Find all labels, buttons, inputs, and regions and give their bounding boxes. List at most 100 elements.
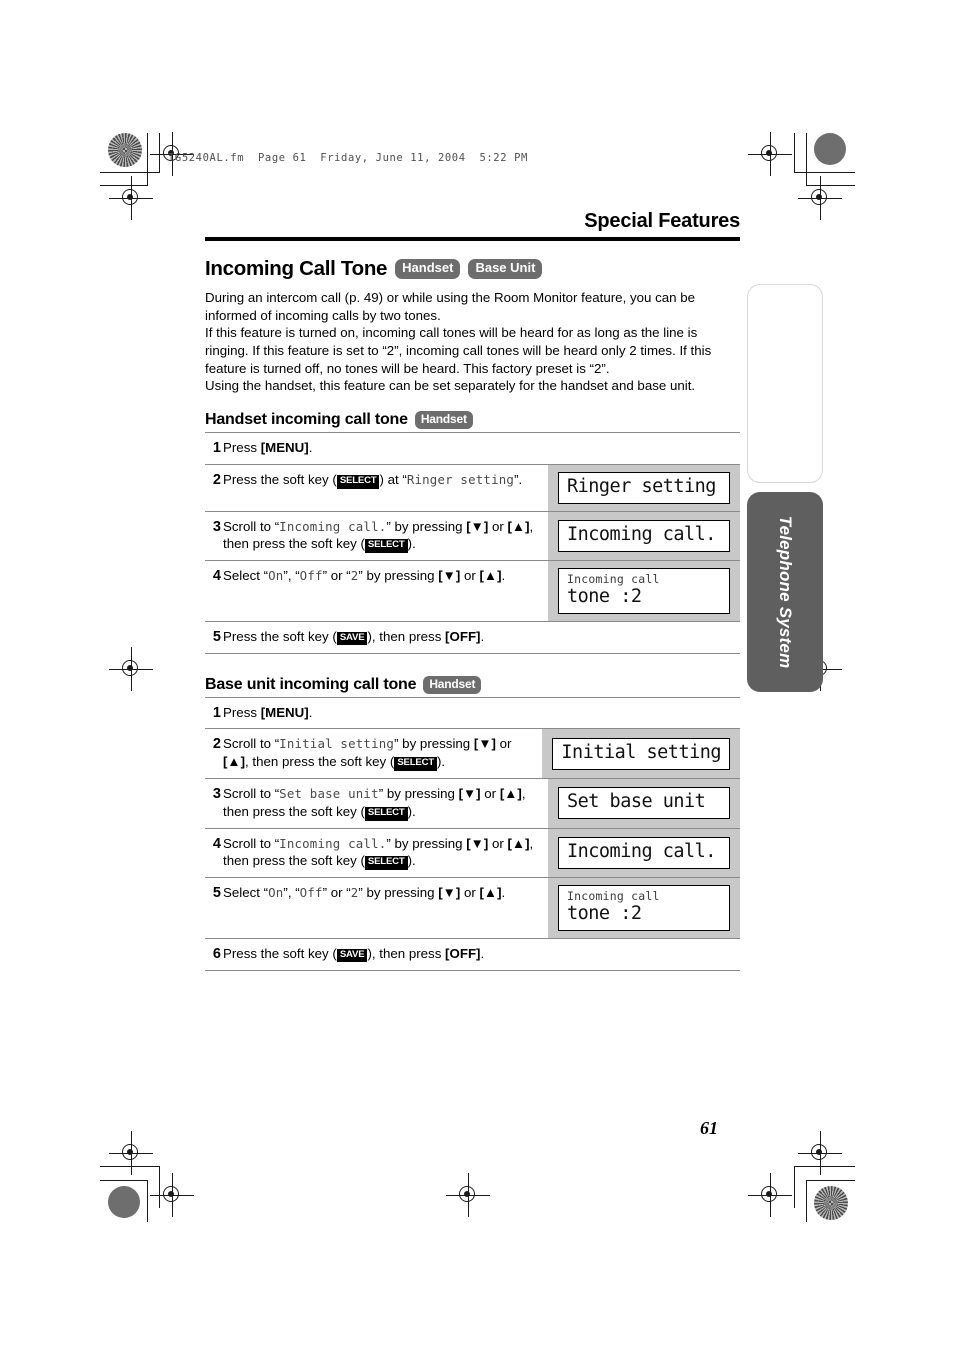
lcd-menu-name: Off (299, 568, 323, 584)
lcd-line-main: tone :2 (567, 903, 642, 924)
lcd-screen: Incoming call tone :2 (558, 885, 730, 931)
lcd-line-main: Incoming call. (567, 524, 716, 546)
procedure-table: 1 Press [MENU]. 2 Press the soft key (SELEC… (205, 432, 740, 654)
soft-key-label[interactable]: SELECT (364, 539, 408, 554)
soft-key-label[interactable]: SAVE (336, 948, 368, 963)
step-text-fragment: Scroll to “ (223, 736, 280, 752)
lcd-menu-name: Set base unit (279, 785, 379, 801)
lcd-screen: Set base unit (558, 787, 730, 820)
soft-key-label[interactable]: SELECT (336, 474, 380, 489)
step-text-fragment: Press (223, 704, 261, 720)
badge-base-unit: Base Unit (468, 259, 543, 279)
key-label: [▲] (223, 754, 246, 770)
key-label: [▼] (466, 835, 489, 851)
step-text-fragment: or (480, 785, 500, 801)
crop-rule-tr-h1 (795, 172, 855, 174)
step-text: 4 Select “On”, “Off” or “2” by pressing [… (205, 561, 548, 621)
section-badge-handset: Handset (414, 411, 473, 430)
procedure-step-row: 1 Press [MENU]. (205, 698, 740, 730)
crop-rule-br-h1 (795, 1166, 855, 1168)
procedure-step-row: 4 Scroll to “Incoming call.” by pressing … (205, 828, 740, 879)
lcd-cell (548, 939, 740, 970)
key-label: [▼] (438, 568, 461, 584)
lcd-cell (548, 698, 740, 729)
step-text: 3 Scroll to “Incoming call.” by pressing … (205, 512, 548, 561)
lcd-screen: Initial setting (552, 737, 730, 770)
step-number: 5 (212, 628, 221, 645)
step-text-fragment: ” by pressing (386, 518, 467, 534)
step-text-fragment: . (501, 885, 506, 901)
crop-rule-bl-v2 (146, 1180, 148, 1222)
lcd-cell: Incoming call tone :2 (548, 561, 740, 621)
step-text-fragment: or (495, 736, 512, 752)
step-text: 1 Press [MENU]. (205, 698, 548, 729)
step-text-fragment: ” or “ (322, 885, 351, 901)
soft-key-label[interactable]: SELECT (364, 856, 408, 871)
key-label: [▼] (466, 518, 489, 534)
step-text-fragment: ”, “ (283, 568, 300, 584)
lcd-menu-name: Off (299, 885, 323, 901)
registration-target-left-mid (109, 647, 153, 691)
lcd-screen: Incoming call. (558, 837, 730, 869)
registration-target-tl-b (109, 176, 153, 220)
key-label: [▲] (507, 835, 530, 851)
step-text-fragment: ” by pressing (386, 835, 467, 851)
registration-target-tr-b (798, 176, 842, 220)
soft-key-label[interactable]: SAVE (336, 631, 368, 646)
procedure-step-row: 5 Select “On”, “Off” or “2” by pressing [… (205, 878, 740, 939)
soft-key-label[interactable]: SELECT (364, 806, 408, 821)
step-text-fragment: or (460, 568, 480, 584)
lcd-line-main: tone :2 (567, 585, 642, 607)
step-text: 4 Scroll to “Incoming call.” by pressing … (205, 829, 548, 878)
step-text-fragment: ), then press (367, 628, 446, 644)
side-tab-telephone-system: Telephone System (747, 492, 823, 692)
step-text-fragment: . (308, 704, 313, 720)
step-text-fragment: or (488, 518, 508, 534)
section-heading: Base unit incoming call tone Handset (205, 675, 740, 694)
crop-rule-br-v1 (794, 1166, 796, 1208)
crop-rule-tr-v1 (794, 133, 796, 173)
step-text-fragment: Scroll to “ (223, 518, 280, 534)
registration-target-bottom-center (446, 1173, 490, 1217)
soft-key-label[interactable]: SELECT (394, 757, 437, 771)
procedure-step-row: 6 Press the soft key (SAVE), then press [… (205, 939, 740, 971)
step-text-fragment: ” by pressing (394, 736, 474, 752)
lcd-line-main: Initial setting (561, 741, 721, 763)
step-text-fragment: ). (407, 853, 416, 869)
page-content: Special Features Incoming Call Tone Hand… (205, 210, 740, 993)
step-text-fragment: Press the soft key ( (223, 945, 337, 961)
registration-target-br-b (748, 1173, 792, 1217)
step-text-fragment: ). (436, 754, 446, 770)
registration-target-tr-a (748, 132, 792, 176)
step-text-fragment: or (460, 885, 480, 901)
key-label: [▲] (507, 518, 530, 534)
side-tab-blank (747, 284, 823, 483)
lcd-screen: Incoming call tone :2 (558, 568, 730, 614)
step-text-fragment: ” by pressing (358, 885, 439, 901)
lcd-cell: Incoming call. (548, 828, 740, 878)
step-text-fragment: ” or “ (322, 568, 351, 584)
registration-target-bl-b (150, 1173, 194, 1217)
feature-heading: Incoming Call Tone Handset Base Unit (205, 257, 740, 281)
section-heading: Handset incoming call tone Handset (205, 411, 740, 430)
print-job-slug: TG5240AL.fm Page 61 Friday, June 11, 200… (168, 152, 528, 164)
crop-rule-br-v2 (806, 1180, 808, 1222)
step-text-fragment: Press (223, 440, 261, 456)
running-head: Special Features (584, 210, 740, 232)
registration-target-br-a (798, 1131, 842, 1175)
step-text: 6 Press the soft key (SAVE), then press [… (205, 939, 548, 970)
step-text-fragment: ”. (514, 471, 523, 487)
intro-paragraph: Using the handset, this feature can be s… (205, 378, 696, 394)
step-text: 3 Scroll to “Set base unit” by pressing [… (205, 779, 548, 828)
step-number: 5 (212, 885, 221, 902)
step-text-fragment: Select “ (223, 885, 269, 901)
lcd-menu-name: Initial setting (279, 736, 395, 752)
feature-intro: During an intercom call (p. 49) or while… (205, 289, 740, 395)
solid-dot-tr (814, 133, 846, 165)
procedure-step-row: 1 Press [MENU]. (205, 433, 740, 465)
intro-paragraph: If this feature is turned on, incoming c… (205, 325, 712, 376)
key-label: [▲] (499, 785, 522, 801)
step-text-fragment: . (480, 945, 485, 961)
crop-rule-tl-h1 (100, 172, 160, 174)
step-text: 2 Press the soft key (SELECT) at “Ringer … (205, 465, 548, 511)
